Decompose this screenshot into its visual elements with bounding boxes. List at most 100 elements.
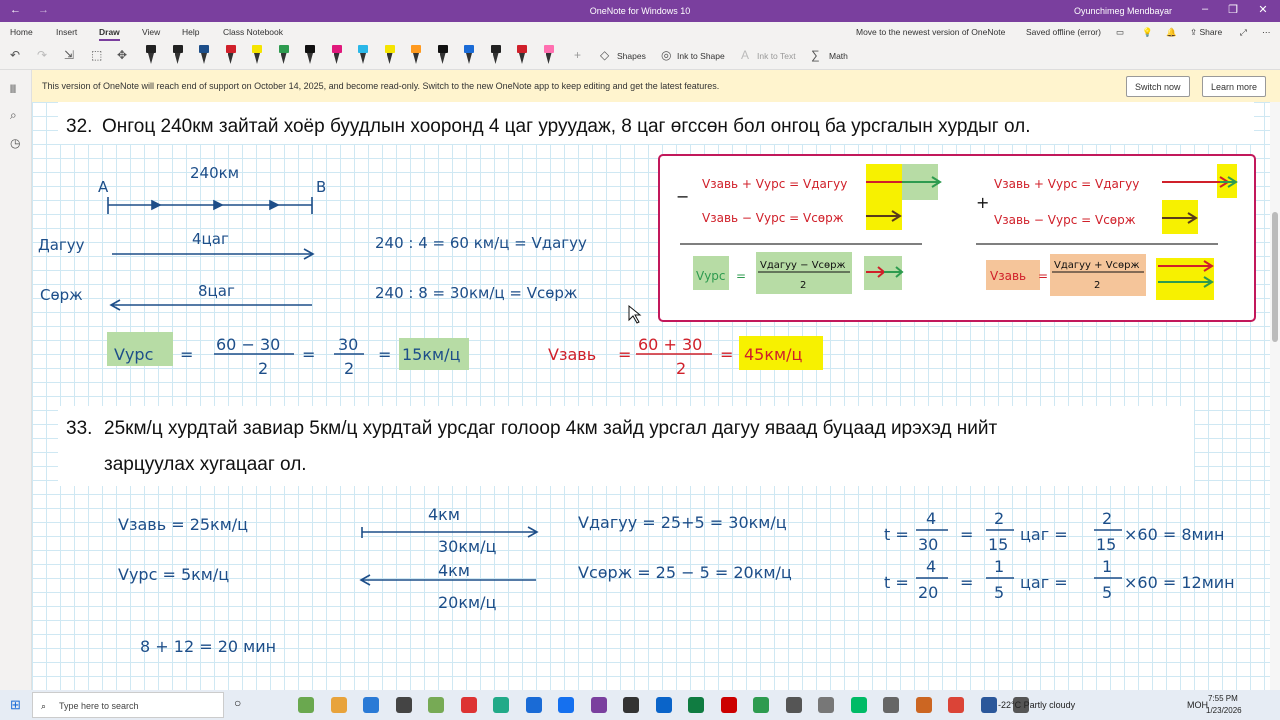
taskbar-app-icon[interactable] [785, 697, 802, 713]
ink-time-calc-2: t = 4 20 = 1 5 цаг = 1 5 ×60 = 12мин [884, 557, 1235, 602]
lasso-icon[interactable]: ⬚ [91, 48, 102, 62]
tab-home[interactable]: Home [10, 27, 33, 37]
pan-icon[interactable]: ✥ [117, 48, 127, 62]
clock-date[interactable]: 1/23/2026 [1206, 706, 1242, 715]
taskbar-app-icon[interactable] [883, 697, 899, 713]
ink-minus-sign: − [676, 187, 689, 206]
tab-draw[interactable]: Draw [99, 27, 120, 41]
taskbar-app-icon[interactable] [493, 697, 509, 713]
pen-14[interactable] [490, 45, 501, 65]
taskbar-app-icon[interactable] [363, 697, 379, 713]
pen-13[interactable] [464, 45, 474, 65]
taskbar-app-icon[interactable] [395, 697, 412, 713]
taskbar-app-icon[interactable] [818, 697, 834, 713]
pen-tip [413, 53, 419, 64]
tab-help[interactable]: Help [182, 27, 199, 37]
tab-view[interactable]: View [142, 27, 160, 37]
close-icon[interactable]: ✕ [1254, 3, 1272, 16]
type-select-icon[interactable]: ⇲ [64, 48, 74, 62]
ink-box-left-r1: Vзавь + Vурс = Vдагуу [702, 177, 847, 191]
shapes-label[interactable]: Shapes [617, 51, 646, 61]
taskbar-app-icon[interactable] [460, 697, 477, 713]
pen-11[interactable] [411, 45, 421, 65]
notebook-icon[interactable]: ▭ [1116, 27, 1124, 38]
pen-color-swatch [278, 45, 289, 53]
pen-9[interactable] [358, 45, 368, 65]
ink-to-shape-label[interactable]: Ink to Shape [677, 51, 725, 61]
taskbar-app-icon[interactable] [330, 697, 347, 713]
move-to-new-link[interactable]: Move to the newest version of OneNote [856, 27, 1005, 37]
pen-3[interactable] [199, 45, 209, 65]
shapes-icon[interactable]: ◇ [600, 48, 609, 62]
ink-label-down: Дагуу [38, 236, 85, 254]
pen-color-swatch [252, 45, 262, 53]
pen-8[interactable] [331, 45, 342, 65]
learn-more-button[interactable]: Learn more [1202, 76, 1267, 97]
expand-icon[interactable]: ⤢ [1240, 27, 1247, 38]
tab-class-notebook[interactable]: Class Notebook [223, 27, 283, 37]
recent-icon[interactable]: ◷ [10, 136, 20, 150]
scrollbar-thumb[interactable] [1272, 212, 1278, 342]
taskbar-app-icon[interactable] [428, 697, 444, 713]
pen-tip [307, 53, 313, 64]
pen-10[interactable] [384, 45, 395, 65]
taskbar-app-icon[interactable] [850, 697, 867, 713]
pen-16[interactable] [543, 45, 554, 65]
ink-arrow2-bottom: 20км/ц [438, 593, 496, 612]
bell-icon[interactable]: 🔔 [1166, 27, 1177, 38]
pen-5[interactable] [252, 45, 262, 65]
note-page[interactable]: 32. Онгоц 240км зайтай хоёр буудлын хоор… [32, 102, 1270, 690]
clock-time[interactable]: 7:55 PM [1208, 694, 1238, 703]
taskbar-app-icon[interactable] [558, 697, 574, 713]
taskbar-app-icon[interactable] [623, 697, 639, 713]
weather-text[interactable]: -22°C Partly cloudy [998, 700, 1075, 710]
ink-to-shape-icon[interactable]: ◎ [661, 48, 671, 62]
taskbar-app-icon[interactable] [525, 697, 542, 713]
taskbar-app-icon[interactable] [948, 697, 964, 713]
tab-insert[interactable]: Insert [56, 27, 77, 37]
undo-icon[interactable]: ↶ [10, 48, 20, 62]
switch-now-button[interactable]: Switch now [1126, 76, 1190, 97]
ink-t2-tail: ×60 = 12мин [1124, 573, 1235, 592]
more-icon[interactable]: ⋯ [1262, 27, 1271, 38]
ink-arrow1-top: 4км [428, 505, 460, 524]
ink-point-b: B [316, 178, 326, 196]
ink-to-text-icon[interactable]: A [741, 48, 749, 62]
taskbar-app-icon[interactable] [655, 697, 672, 713]
svg-text:=: = [302, 345, 315, 364]
pen-4[interactable] [225, 45, 236, 65]
ink-t2-n3: 1 [1102, 557, 1112, 576]
pen-1[interactable] [146, 45, 156, 65]
minimize-icon[interactable]: – [1196, 3, 1214, 15]
taskbar-app-icon[interactable] [688, 697, 704, 713]
ink-to-text-label[interactable]: Ink to Text [757, 51, 796, 61]
math-icon[interactable]: ∑ [811, 48, 820, 62]
taskbar-app-icon[interactable] [753, 697, 769, 713]
taskbar-app-icon[interactable] [915, 697, 932, 713]
add-pen-icon[interactable]: + [574, 48, 581, 62]
share-button[interactable]: ⇪ Share [1190, 27, 1222, 38]
pen-15[interactable] [517, 45, 527, 65]
pen-7[interactable] [305, 45, 315, 65]
language-indicator[interactable]: МОН [1187, 700, 1208, 710]
user-name[interactable]: Oyunchimeg Mendbayar [1074, 6, 1172, 16]
taskbar-app-icon[interactable] [720, 697, 737, 713]
restore-icon[interactable]: ❐ [1224, 3, 1242, 16]
windows-start-icon[interactable]: ⊞ [10, 697, 21, 713]
taskbar-search[interactable]: ⌕ Type here to search [32, 692, 224, 718]
notebooks-icon[interactable]: 𝍫 [10, 80, 16, 101]
taskbar-app-icon[interactable] [980, 697, 997, 713]
pen-2[interactable] [172, 45, 183, 65]
pen-12[interactable] [437, 45, 448, 65]
ink-canvas: A 240км B Дагуу 4цаг Сөрж 8цаг 240 : 4 =… [38, 154, 1256, 656]
ink-v-urs-given: Vурс = 5км/ц [118, 565, 229, 584]
taskbar-app-icon[interactable] [590, 697, 607, 713]
vertical-scrollbar[interactable] [1270, 102, 1280, 690]
lightbulb-icon[interactable]: 💡 [1142, 27, 1153, 38]
search-icon[interactable]: ⌕ [10, 108, 17, 123]
redo-icon[interactable]: ↷ [37, 48, 47, 62]
taskbar-app-icon[interactable] [298, 697, 314, 713]
math-label[interactable]: Math [829, 51, 848, 61]
task-view-icon[interactable]: ○ [234, 696, 241, 710]
pen-6[interactable] [278, 45, 289, 65]
